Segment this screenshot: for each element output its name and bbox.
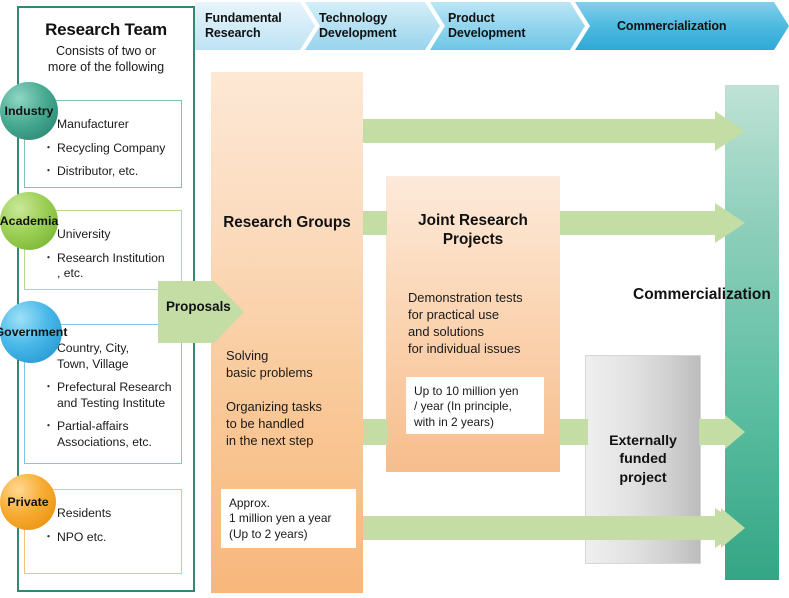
- bubble-label-academia: Academia: [0, 214, 59, 228]
- research-team-subtitle: Consists of two or more of the following: [47, 44, 165, 74]
- list-item: Partial-affairs Associations, etc.: [43, 419, 175, 450]
- arrow-icon: [363, 211, 387, 235]
- list-item: Prefectural Research and Testing Institu…: [43, 380, 175, 411]
- bubble-private: Private: [0, 474, 56, 530]
- arrow-bottom-research-to-commercialization: [363, 508, 745, 548]
- bubble-academia: Academia: [0, 192, 58, 250]
- stage-label-product-development: Product Development: [448, 11, 526, 40]
- arrow-research-to-joint: [363, 203, 387, 243]
- title-joint-research-projects: Joint Research Projects: [418, 212, 528, 248]
- list-item: University: [43, 227, 175, 243]
- diagram-canvas: Fundamental Research Technology Developm…: [0, 0, 789, 598]
- body-joint-research-projects: Demonstration tests for practical use an…: [408, 290, 523, 357]
- note-research-groups-budget: Approx. 1 million yen a year (Up to 2 ye…: [221, 489, 356, 548]
- list-item: Country, City, Town, Village: [43, 341, 175, 372]
- list-item: Recycling Company: [43, 141, 175, 157]
- stage-label-commercialization: Commercialization: [617, 18, 727, 33]
- externally-funded-label: Externally funded project: [609, 433, 677, 486]
- arrow-external-to-commercialization-lower: [699, 508, 745, 548]
- list-item: NPO etc.: [43, 530, 175, 546]
- stage-chevron-commercialization: Commercialization: [575, 2, 789, 50]
- arrow-research-to-external: [363, 415, 387, 449]
- bubble-government: Government: [0, 301, 68, 363]
- list-item: Distributor, etc.: [43, 164, 175, 180]
- arrow-joint-to-external: [560, 415, 588, 449]
- arrow-research-to-commercialization: [363, 111, 745, 151]
- arrow-joint-to-commercialization: [560, 203, 745, 243]
- note-joint-research-budget: Up to 10 million yen / year (In principl…: [406, 377, 544, 434]
- arrow-icon: [699, 508, 745, 548]
- title-commercialization: Commercialization: [633, 286, 771, 303]
- stage-chevron-fundamental-research: Fundamental Research: [195, 2, 315, 50]
- list-item: Manufacturer: [43, 117, 175, 133]
- arrow-icon: [363, 508, 745, 548]
- arrow-external-to-commercialization-upper: [699, 415, 745, 449]
- stage-label-technology-development: Technology Development: [319, 11, 397, 40]
- list-item: Residents: [43, 506, 175, 522]
- arrow-icon: [363, 111, 745, 151]
- body-research-groups: Solving basic problems Organizing tasks …: [226, 348, 323, 449]
- arrow-icon: [699, 415, 745, 449]
- column-commercialization: [725, 85, 779, 580]
- bubble-label-industry: Industry: [4, 104, 54, 118]
- stage-chevron-technology-development: Technology Development: [305, 2, 440, 50]
- stage-chevron-product-development: Product Development: [430, 2, 585, 50]
- title-research-groups: Research Groups: [223, 214, 351, 231]
- bubble-label-government: Government: [0, 325, 68, 339]
- list-item: Research Institution , etc.: [43, 251, 175, 282]
- arrow-icon: [560, 419, 588, 445]
- bubble-industry: Industry: [0, 82, 58, 140]
- bubble-label-private: Private: [7, 495, 49, 509]
- stage-label-fundamental-research: Fundamental Research: [205, 11, 282, 40]
- page-title: Research Team: [45, 20, 167, 39]
- arrow-icon: [363, 419, 387, 445]
- proposals-label: Proposals: [166, 299, 231, 314]
- arrow-icon: [560, 203, 745, 243]
